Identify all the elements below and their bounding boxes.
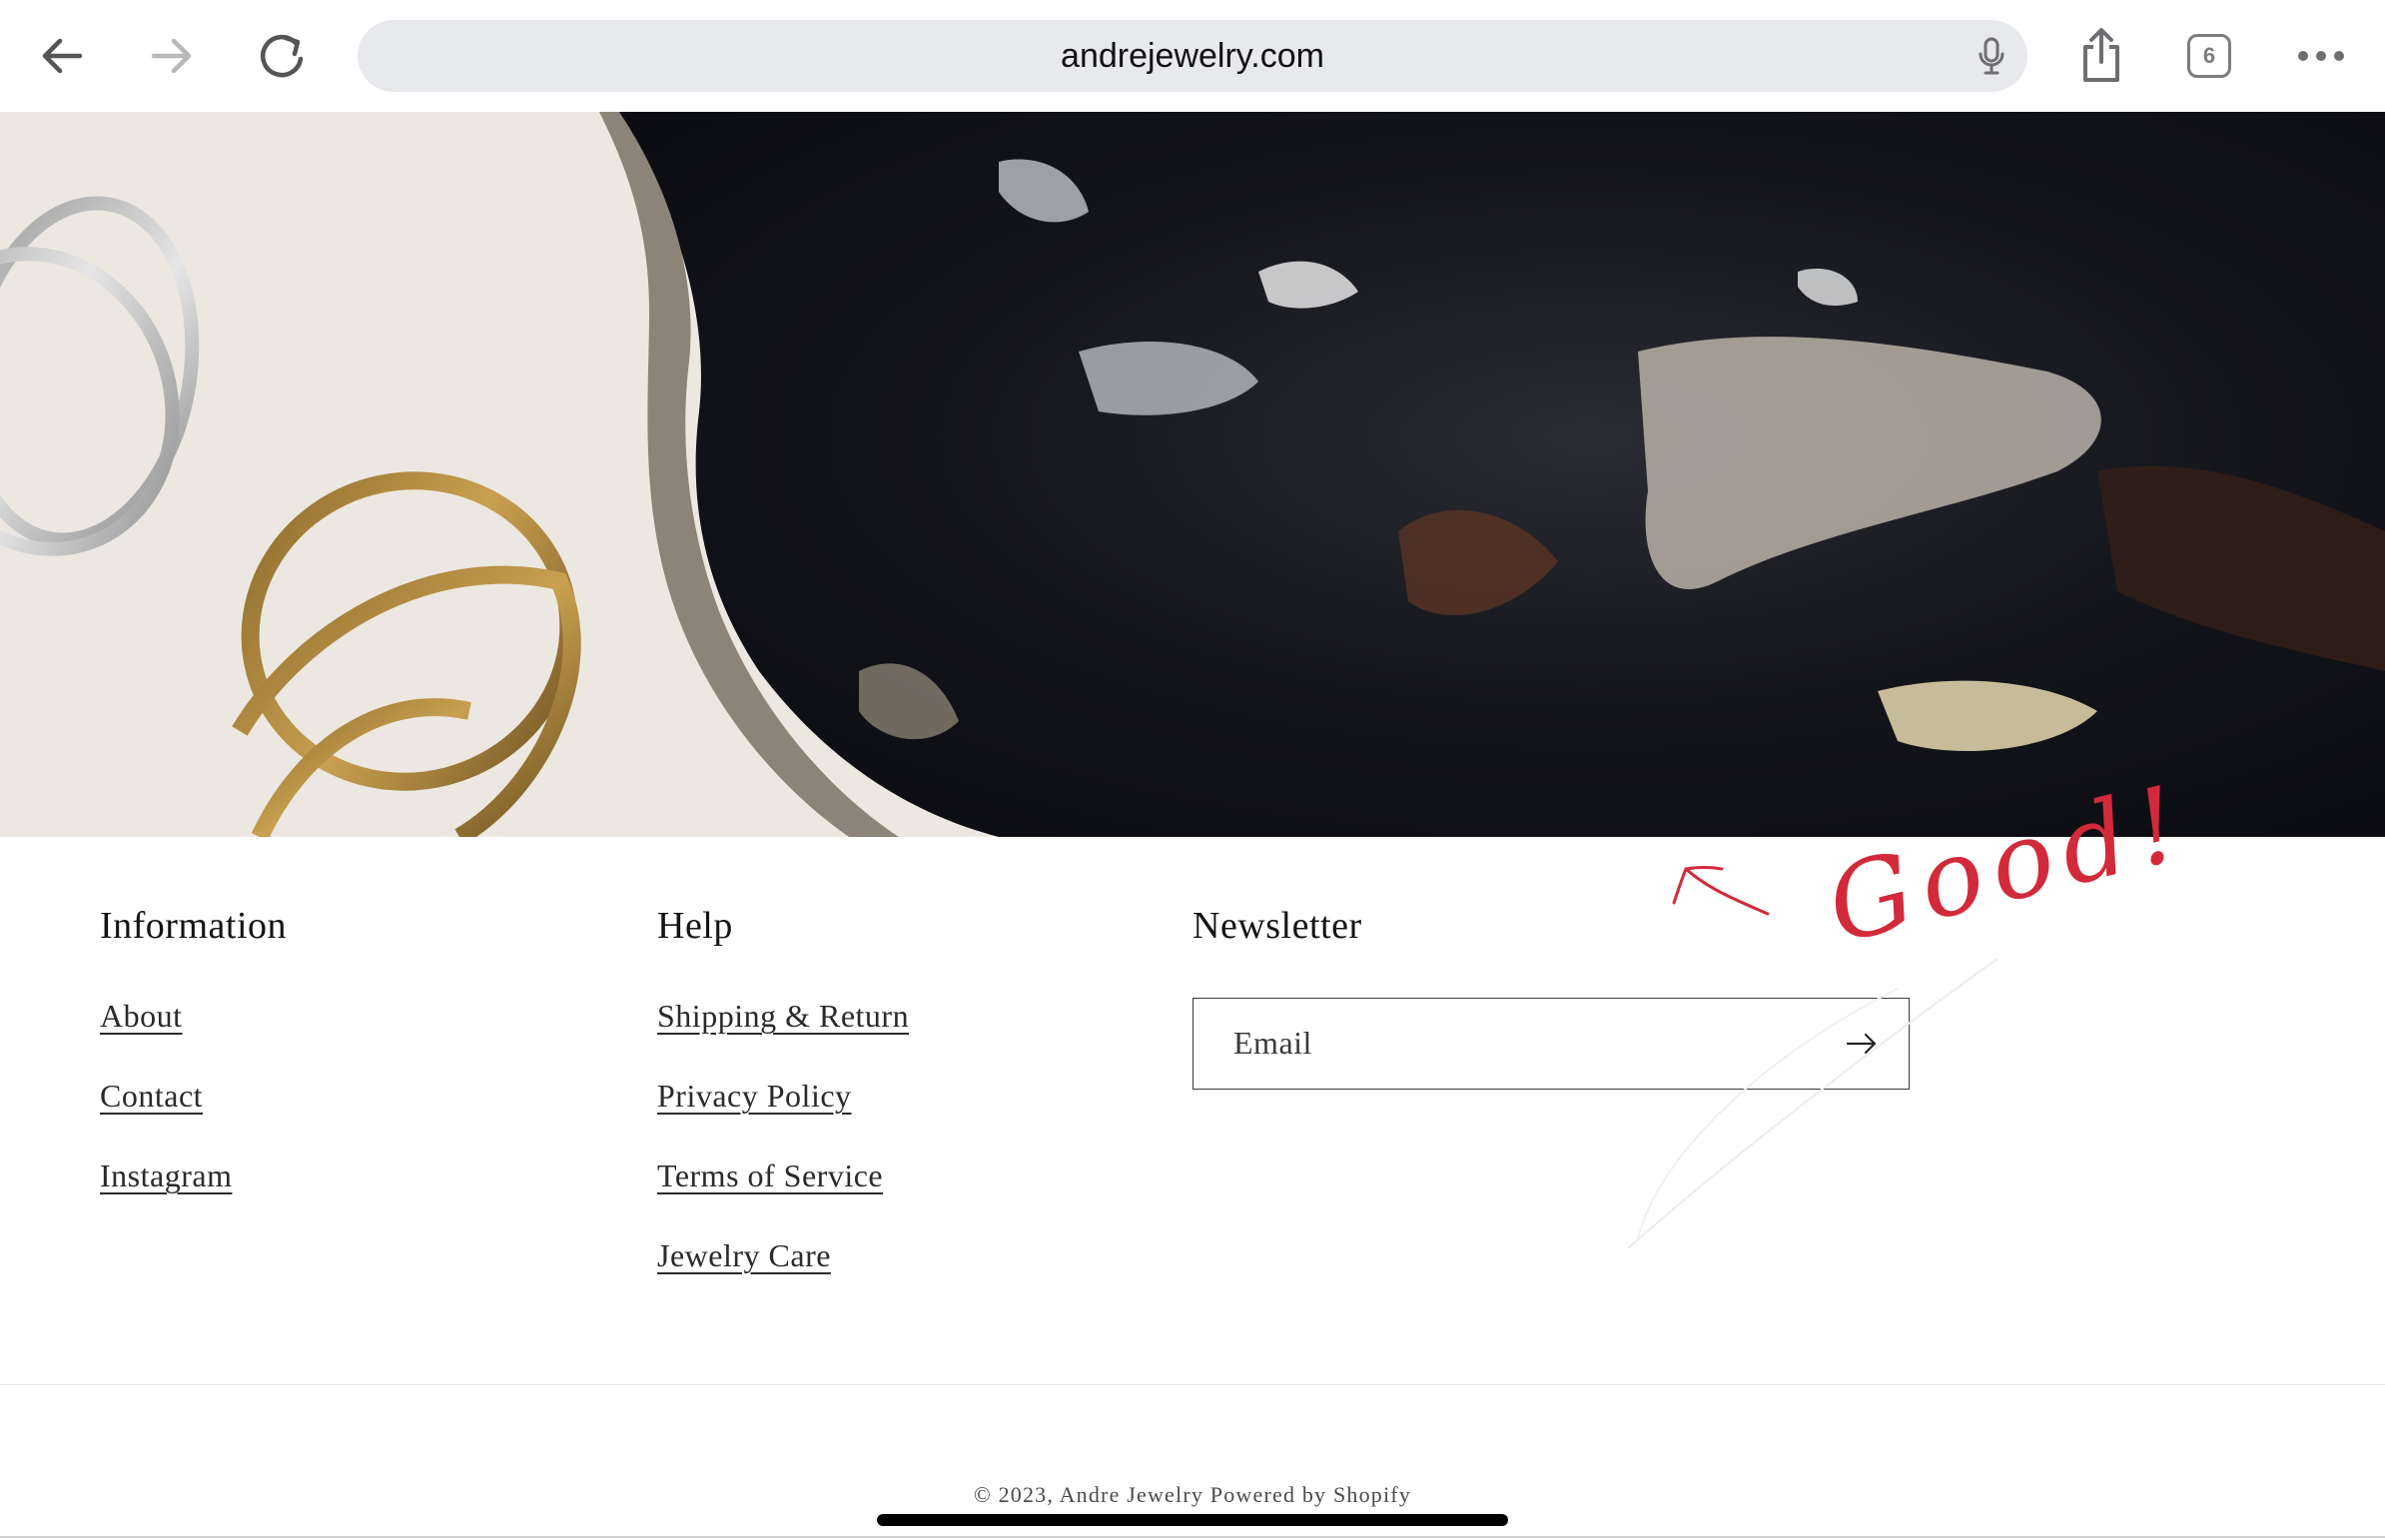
footer-information: Information About Contact Instagram (100, 904, 288, 1193)
more-button[interactable] (2287, 22, 2355, 90)
jewelry-care-link[interactable]: Jewelry Care (657, 1237, 831, 1274)
footer-divider (0, 1384, 2385, 1385)
about-link[interactable]: About (100, 998, 183, 1035)
reload-button[interactable] (248, 22, 316, 90)
forward-button[interactable] (138, 22, 206, 90)
share-button[interactable] (2067, 22, 2135, 90)
jewelry-photo (0, 112, 2385, 837)
terms-of-service-link[interactable]: Terms of Service (657, 1157, 883, 1194)
more-dots-icon (2298, 51, 2344, 61)
help-heading: Help (657, 905, 733, 947)
hero-image (0, 112, 2385, 837)
browser-toolbar: andrejewelry.com 6 (0, 0, 2385, 113)
privacy-policy-link[interactable]: Privacy Policy (657, 1078, 852, 1115)
tabs-button[interactable]: 6 (2187, 34, 2231, 78)
bottom-edge (0, 1536, 2385, 1538)
url-text: andrejewelry.com (1061, 37, 1324, 75)
microphone-icon (1979, 37, 2004, 75)
address-bar[interactable]: andrejewelry.com (358, 20, 2027, 92)
microphone-button[interactable] (1976, 36, 2007, 81)
footer-help: Help Shipping & Return Privacy Policy Te… (657, 904, 909, 1273)
reload-icon (260, 34, 304, 78)
copyright-text: © 2023, Andre Jewelry Powered by Shopify (973, 1482, 1412, 1507)
arrow-right-icon (151, 38, 192, 74)
shipping-return-link[interactable]: Shipping & Return (657, 998, 909, 1035)
footer-newsletter: Newsletter (1192, 904, 1362, 948)
newsletter-heading: Newsletter (1192, 905, 1362, 947)
back-button[interactable] (28, 22, 96, 90)
contact-link[interactable]: Contact (100, 1078, 203, 1115)
information-heading: Information (100, 905, 288, 947)
home-indicator[interactable] (877, 1514, 1508, 1526)
instagram-link[interactable]: Instagram (100, 1157, 232, 1194)
share-icon (2083, 28, 2119, 82)
arrow-left-icon (42, 38, 83, 74)
handwritten-annotation: Good! (1598, 760, 2200, 1263)
